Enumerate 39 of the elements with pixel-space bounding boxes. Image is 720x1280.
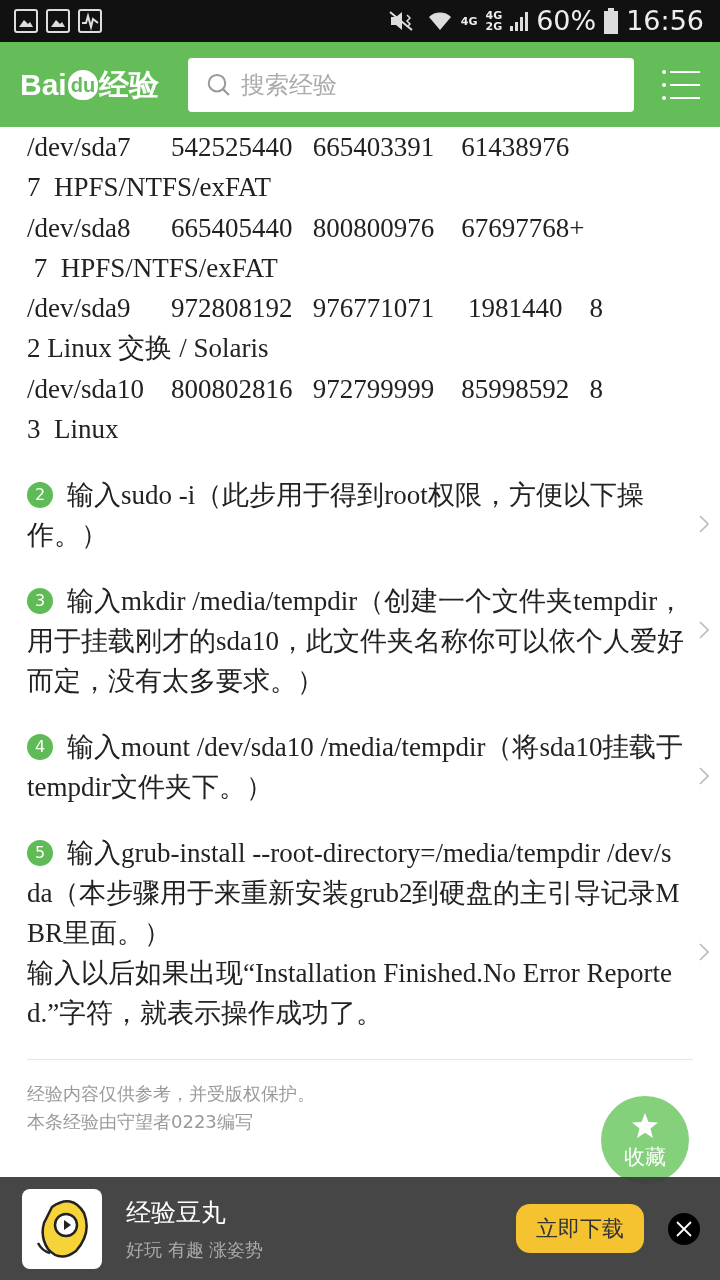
- network-label: 2G: [485, 21, 503, 32]
- step-note: 输入以后如果出现“Installation Finished.No Error Reported.”字符，就表示操作成功了。: [27, 957, 673, 1031]
- chevron-right-icon[interactable]: [699, 943, 709, 962]
- code-line: /dev/sda7 542525440 665403391 61438976: [27, 131, 571, 164]
- download-button[interactable]: 立即下载: [516, 1204, 644, 1253]
- star-icon: [631, 1112, 659, 1139]
- pulse-notification-icon: [78, 9, 102, 33]
- network-label: 4G: [485, 10, 503, 21]
- battery-icon: [604, 8, 619, 34]
- close-icon: [676, 1220, 692, 1237]
- step-text: 4 输入mount /dev/sda10 /media/tempdir（将sda10挂载于tempdir文件夹下。）: [27, 731, 685, 805]
- app-tagline: 好玩 有趣 涨姿势: [126, 1237, 265, 1262]
- baidu-logo[interactable]: Bai du经验: [20, 62, 160, 107]
- battery-percent: 60%: [536, 3, 597, 38]
- code-line: 7 HPFS/NTFS/exFAT: [32, 251, 279, 285]
- network-label: 4G: [460, 15, 478, 27]
- signal-icon: [510, 11, 529, 31]
- code-line: /dev/sda10 800802816 972799999 85998592 8: [27, 372, 604, 406]
- gallery-notification-icon: [14, 9, 38, 33]
- menu-icon[interactable]: [662, 68, 700, 101]
- clock: 16:56: [626, 3, 704, 38]
- search-input[interactable]: 搜索经验: [239, 65, 616, 104]
- footer-text: 本条经验由守望者0223编写: [27, 1110, 253, 1135]
- code-line: /dev/sda8 665405440 800800976 67697768+: [27, 211, 586, 245]
- chevron-right-icon[interactable]: [699, 767, 709, 786]
- chevron-right-icon[interactable]: [699, 515, 709, 534]
- footer-text: 经验内容仅供参考，并受版权保护。: [27, 1082, 315, 1107]
- close-button[interactable]: [668, 1212, 700, 1245]
- code-line: 3 Linux: [27, 413, 120, 447]
- chevron-right-icon[interactable]: [699, 621, 709, 640]
- step-text: 2 输入sudo -i（此步用于得到root权限，方便以下操作。）: [27, 479, 645, 553]
- step-text: 3 输入mkdir /media/tempdir（创建一个文件夹tempdir，用于挂载刚才的sda10，此文件夹名称你可以依个人爱好而定，没有太多要求。）: [27, 585, 685, 699]
- step-text: 5 输入grub-install --root-directory=/media/tempdir /dev/sda（本步骤用于来重新安装grub2到硬盘的主引导记录MBR里面。）: [27, 837, 681, 951]
- search-field[interactable]: 搜索经验: [187, 57, 634, 112]
- code-line: 7 HPFS/NTFS/exFAT: [27, 171, 273, 205]
- app-name: 经验豆丸: [126, 1197, 227, 1230]
- gallery-notification-icon: [46, 9, 70, 33]
- code-line: 2 Linux 交换 / Solaris: [27, 332, 270, 366]
- code-line: /dev/sda9 972808192 976771071 1981440 8: [27, 292, 604, 326]
